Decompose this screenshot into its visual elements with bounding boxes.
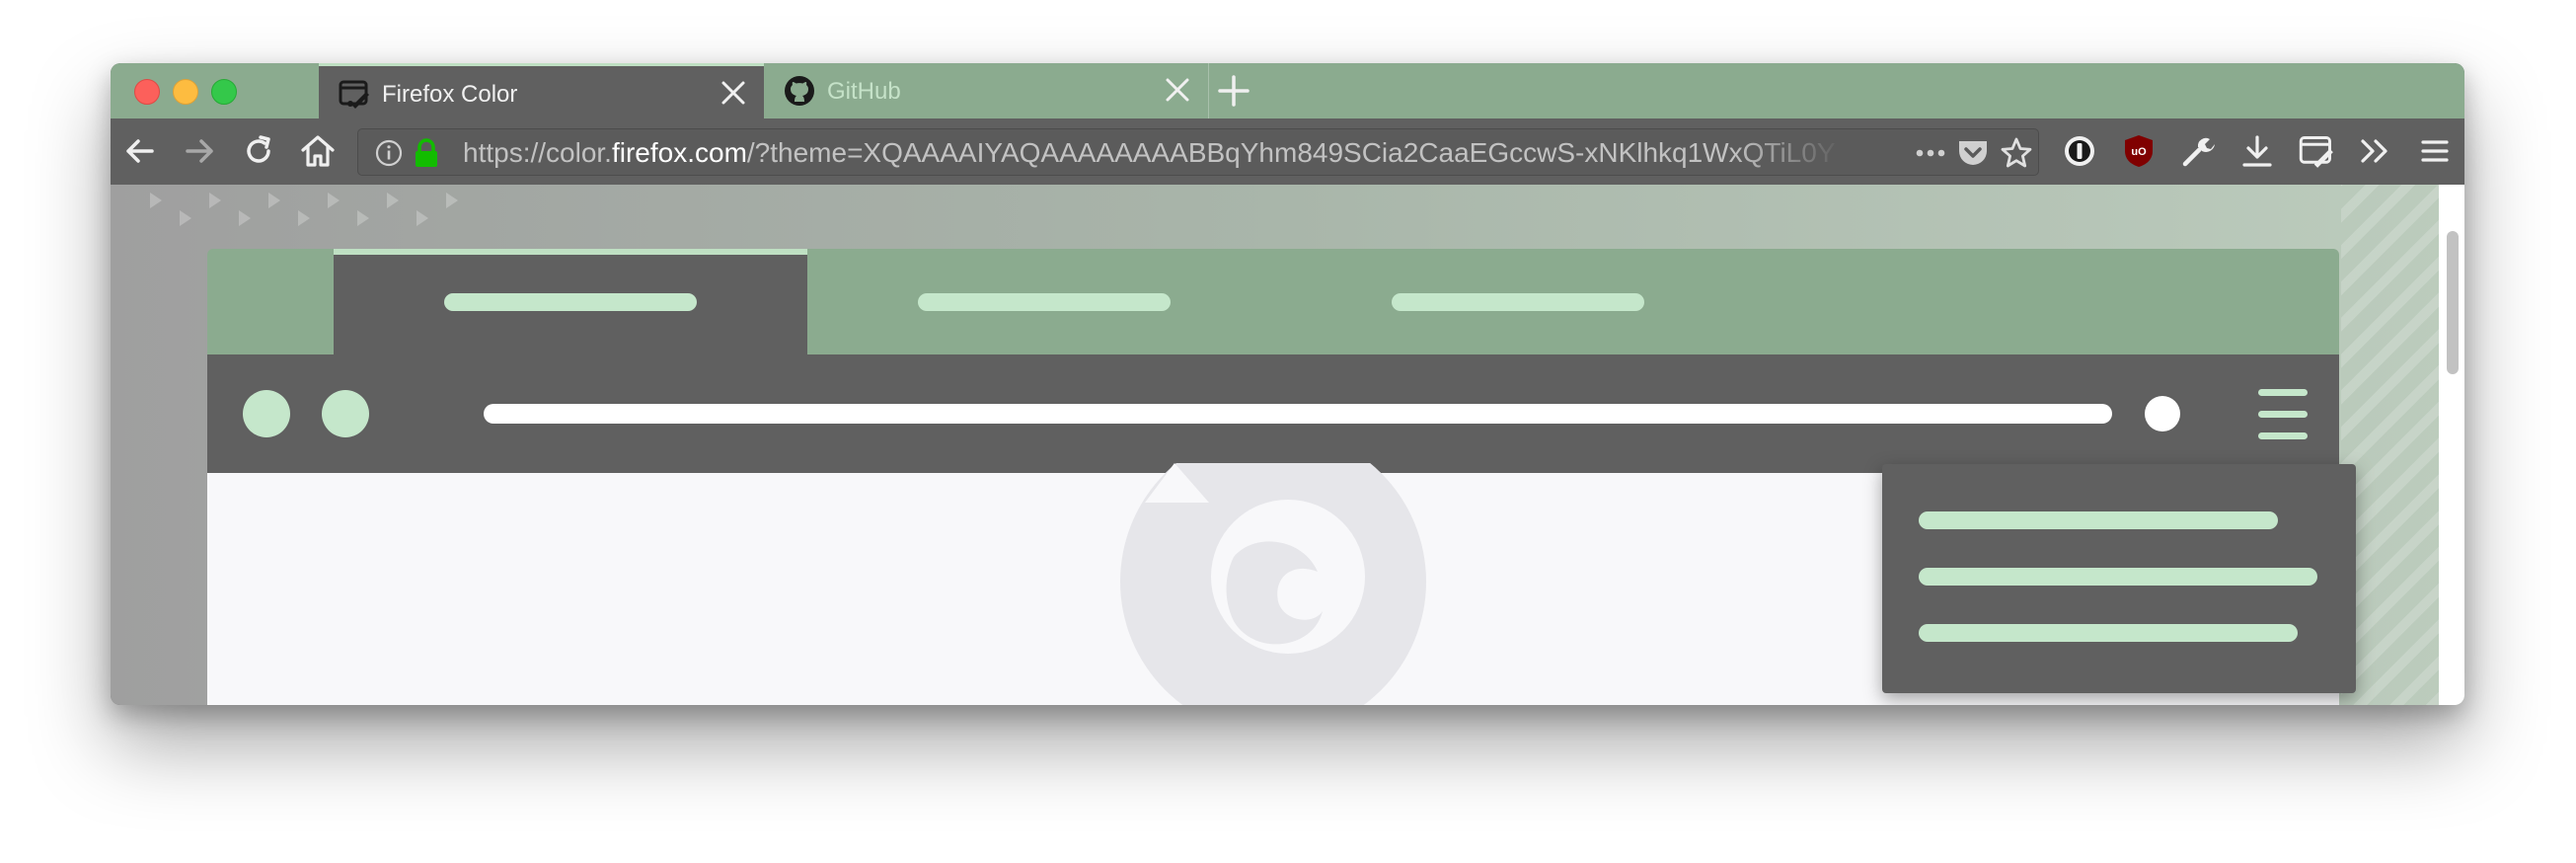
info-icon[interactable] <box>374 138 404 168</box>
url-prefix: https://color. <box>463 137 612 168</box>
page-actions-icon[interactable] <box>1914 141 1947 165</box>
downloads-icon <box>2242 135 2272 167</box>
background-pattern <box>150 193 458 226</box>
firefox-color-button[interactable] <box>2297 131 2336 171</box>
background-stripes <box>2341 185 2440 705</box>
preview-toolbar <box>207 354 2339 473</box>
pocket-icon[interactable] <box>1956 137 1990 169</box>
close-icon[interactable] <box>720 80 746 106</box>
reload-icon <box>247 135 270 163</box>
navigation-toolbar: https://color.firefox.com/?theme=XQAAAAI… <box>111 118 2464 185</box>
main-menu-button[interactable] <box>2415 131 2455 171</box>
github-icon <box>785 76 814 106</box>
tab-title: GitHub <box>827 78 901 105</box>
back-button[interactable] <box>120 131 160 171</box>
theme-preview <box>207 249 2356 705</box>
firefox-color-icon <box>2299 136 2333 168</box>
tab-strip: Firefox Color GitHub <box>111 63 2464 118</box>
tab-firefox-color[interactable]: Firefox Color <box>319 63 764 118</box>
1password-icon <box>2065 136 2094 166</box>
home-icon <box>301 135 335 167</box>
preview-tab-active[interactable] <box>334 249 807 354</box>
preview-back-button[interactable] <box>243 390 290 437</box>
svg-text:uO: uO <box>2131 146 2147 158</box>
preview-popup-item[interactable] <box>1919 568 2317 586</box>
home-button[interactable] <box>298 131 338 171</box>
forward-icon <box>186 139 213 163</box>
page-content <box>111 185 2464 705</box>
lock-icon <box>416 138 437 167</box>
url-host: firefox.com <box>611 137 747 168</box>
preview-forward-button[interactable] <box>322 390 369 437</box>
preview-popup-arrow <box>2268 448 2300 464</box>
hamburger-menu-icon <box>2421 140 2449 162</box>
devtools-wrench-icon <box>2182 137 2215 167</box>
overflow-button[interactable] <box>2356 131 2395 171</box>
ublock-button[interactable]: uO <box>2119 131 2159 171</box>
preview-popup-menu <box>1882 464 2356 693</box>
reload-button[interactable] <box>239 131 278 171</box>
preview-tab-label[interactable] <box>918 293 1171 311</box>
1password-button[interactable] <box>2060 131 2099 171</box>
overflow-chevron-icon <box>2361 139 2387 163</box>
preview-menu-icon[interactable] <box>2258 389 2308 440</box>
ublock-icon: uO <box>2125 135 2153 167</box>
preview-url-bar[interactable] <box>484 404 2112 424</box>
preview-tab-label[interactable] <box>1392 293 1644 311</box>
close-icon[interactable] <box>1165 77 1190 103</box>
preview-tab-label <box>444 293 697 311</box>
bookmark-star-icon[interactable] <box>2000 136 2033 170</box>
tab-github[interactable]: GitHub <box>764 63 1209 118</box>
new-tab-plus-icon[interactable] <box>1216 73 1251 109</box>
window-minimize-button[interactable] <box>173 79 198 105</box>
url-text[interactable]: https://color.firefox.com/?theme=XQAAAAI… <box>463 137 1845 169</box>
vertical-scrollbar[interactable] <box>2439 185 2464 705</box>
browser-window: Firefox Color GitHub https://color.firef… <box>111 63 2464 705</box>
firefox-logo-watermark <box>1120 463 1426 705</box>
devtools-button[interactable] <box>2178 131 2218 171</box>
scrollbar-thumb[interactable] <box>2447 231 2459 374</box>
url-bar[interactable]: https://color.firefox.com/?theme=XQAAAAI… <box>357 128 2039 176</box>
url-path: /?theme=XQAAAAIYAQAAAAAAAABBqYhm849SCia2… <box>746 137 1836 168</box>
preview-popup-item[interactable] <box>1919 624 2298 642</box>
preview-toolbar-icon[interactable] <box>2145 396 2180 432</box>
back-icon <box>126 139 154 163</box>
firefox-color-icon <box>339 80 369 109</box>
preview-tab-strip <box>207 249 2339 354</box>
window-close-button[interactable] <box>134 79 160 105</box>
downloads-button[interactable] <box>2237 131 2277 171</box>
tab-title: Firefox Color <box>382 81 518 108</box>
forward-button[interactable] <box>180 131 219 171</box>
preview-popup-item[interactable] <box>1919 511 2278 529</box>
window-zoom-button[interactable] <box>211 79 237 105</box>
